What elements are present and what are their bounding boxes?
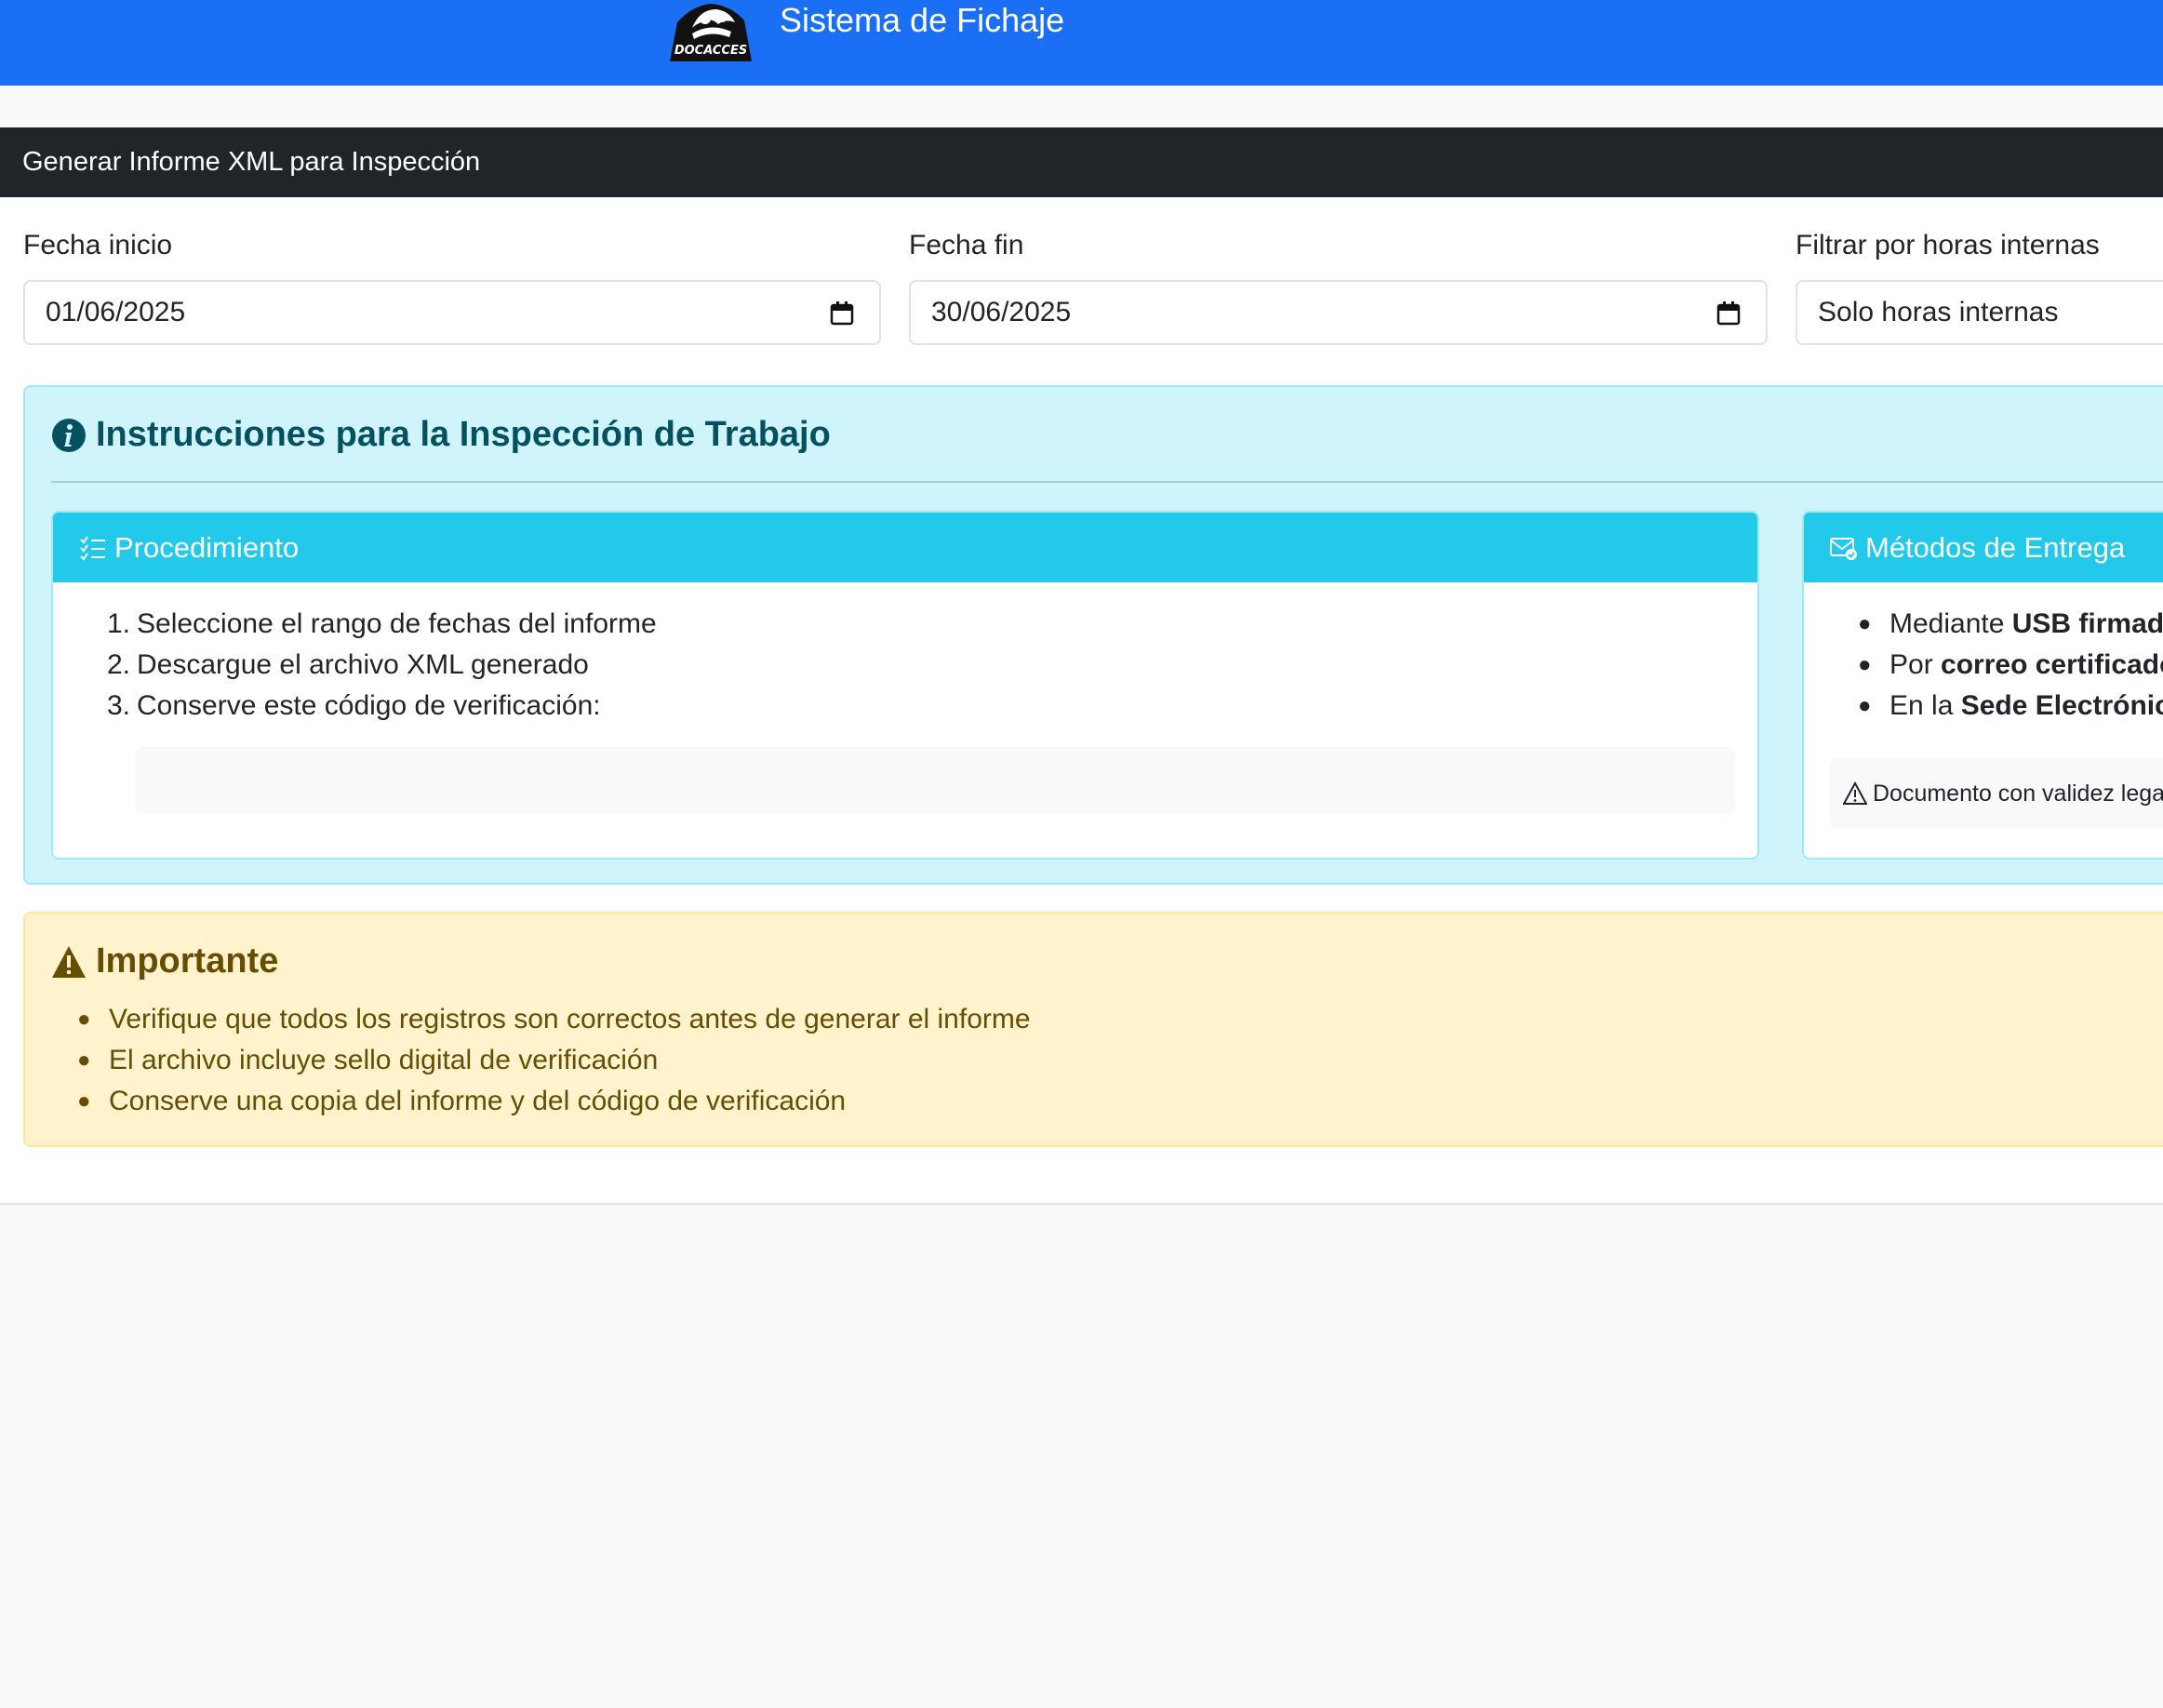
calendar-icon[interactable] [829, 300, 855, 327]
start-date-label: Fecha inicio [23, 230, 173, 260]
important-title: Importante [51, 941, 278, 981]
envelope-check-icon [1830, 537, 1857, 560]
list-item: ● Verifique que todos los registros son c… [77, 1004, 1031, 1034]
list-check-icon [80, 535, 105, 561]
info-icon [52, 418, 86, 452]
warning-triangle-icon [1843, 781, 1867, 805]
list-item: ●Mediante USB firmado [1858, 608, 2163, 639]
warning-triangle-icon [52, 945, 86, 978]
start-date-input[interactable]: 01/06/2025 [23, 280, 881, 345]
list-item: 1. Seleccione el rango de fechas del info… [107, 608, 657, 639]
list-item: ● Por correo certificado [1858, 649, 2163, 680]
important-list: ● Verifique que todos los registros son c… [77, 999, 1031, 1122]
list-item: 2. Descargue el archivo XML generado [107, 649, 589, 680]
filter-value: Solo horas internas [1818, 297, 2059, 327]
docacces-logo: DOCACCES [664, 0, 757, 63]
instructions-panel: Instrucciones para la Inspección de Trab… [23, 385, 2163, 885]
procedure-card: Procedimiento 1. Seleccione el rango de f… [51, 511, 1759, 860]
svg-text:DOCACCES: DOCACCES [674, 44, 747, 58]
list-item: ● El archivo incluye sello digital de ver… [77, 1045, 659, 1075]
top-navbar: DOCACCES Sistema de Fichaje [0, 0, 2163, 86]
list-item: ●En la Sede Electrónica [1858, 690, 2163, 721]
important-panel: Importante ● Verifique que todos los regi… [23, 912, 2163, 1147]
end-date-input[interactable]: 30/06/2025 [909, 280, 1768, 345]
start-date-value: 01/06/2025 [46, 297, 186, 327]
report-card: Generar Informe XML para Inspección Fech… [0, 127, 2163, 1205]
instructions-title: Instrucciones para la Inspección de Trab… [51, 415, 831, 455]
filter-label: Filtrar por horas internas [1796, 230, 2100, 260]
procedure-steps: 1. Seleccione el rango de fechas del info… [107, 604, 657, 727]
app-title: Sistema de Fichaje [780, 1, 1065, 39]
list-item: 3. Conserve este código de verificación: [107, 690, 601, 721]
brand[interactable]: DOCACCES Sistema de Fichaje [664, 0, 1064, 63]
list-item: ● Conserve una copia del informe y del có… [77, 1086, 847, 1116]
delivery-header: Métodos de Entrega [1804, 513, 2163, 582]
end-date-label: Fecha fin [909, 230, 1024, 260]
card-header: Generar Informe XML para Inspección [0, 127, 2163, 197]
legal-note: Documento con validez legal [1830, 758, 2163, 829]
delivery-card: Métodos de Entrega ●Mediante USB firmado… [1802, 511, 2163, 860]
end-date-value: 30/06/2025 [931, 297, 1072, 327]
calendar-icon[interactable] [1716, 300, 1742, 327]
filter-select[interactable]: Solo horas internas [1796, 280, 2163, 345]
procedure-header: Procedimiento [53, 513, 1757, 582]
verification-code-box[interactable] [135, 747, 1735, 814]
divider [51, 481, 2163, 483]
delivery-methods: ●Mediante USB firmado ●Por correo certif… [1858, 604, 2163, 727]
